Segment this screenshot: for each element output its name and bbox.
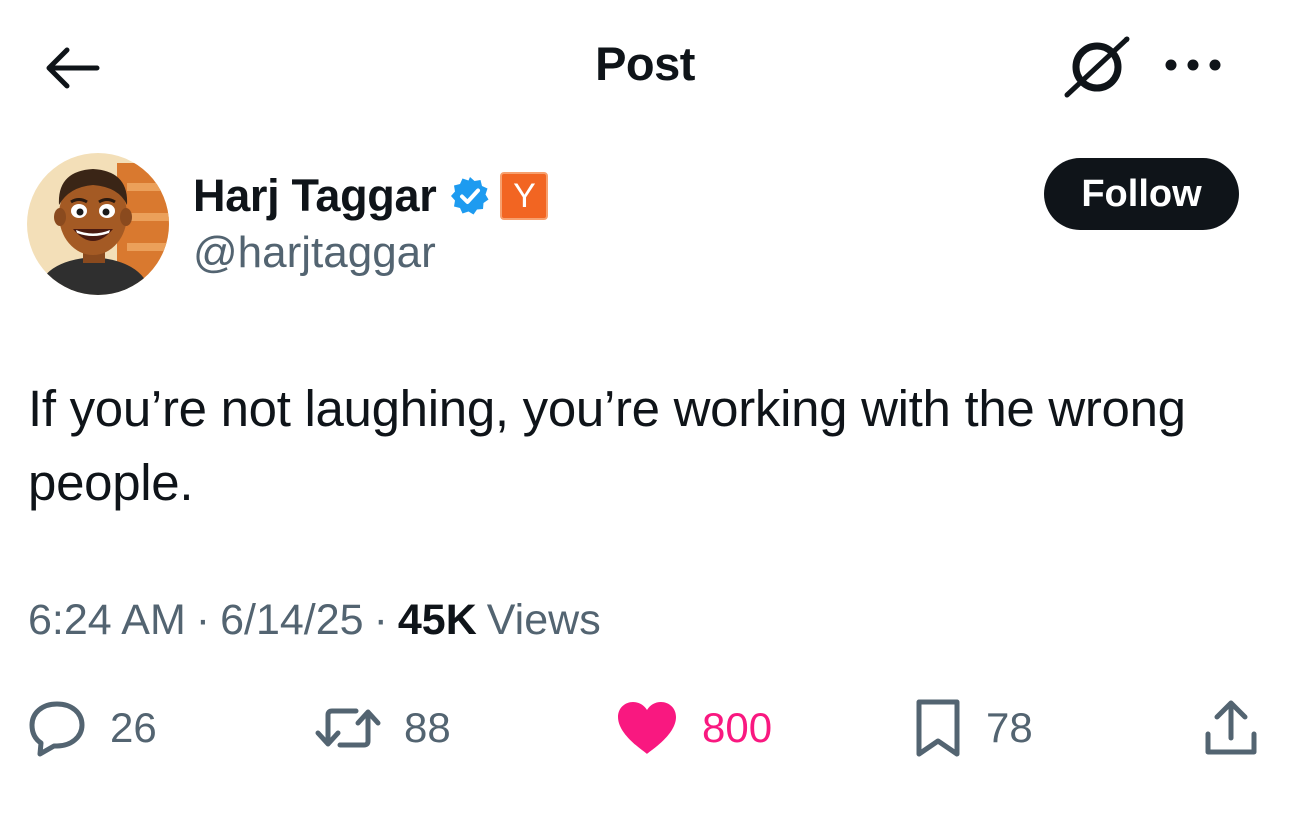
repost-arrows-icon [315,708,381,748]
share-button[interactable] [1202,692,1260,764]
author-name-row: Harj Taggar Y [193,166,549,226]
author-name[interactable]: Harj Taggar [193,170,437,222]
follow-button[interactable]: Follow [1044,158,1239,230]
post-date: 6/14/25 [220,596,364,644]
share-upload-icon [1205,700,1257,755]
grok-button[interactable] [1060,30,1136,102]
bookmark-button[interactable]: 78 [912,692,1033,764]
author-handle[interactable]: @harjtaggar [193,228,436,278]
yc-affiliation-badge[interactable]: Y [500,172,549,220]
repost-button[interactable]: 88 [314,692,451,764]
reply-button[interactable]: 26 [26,692,157,764]
post-text: If you’re not laughing, you’re working w… [28,380,1186,511]
reply-count: 26 [110,704,157,751]
meta-separator: · [373,596,388,644]
views-label[interactable]: Views [487,596,601,645]
views-count[interactable]: 45K [398,596,477,645]
top-bar: Post [0,0,1290,134]
bookmark-icon [916,699,960,757]
reply-bubble-icon [29,701,85,757]
avatar-illustration [27,153,169,295]
repost-count: 88 [404,704,451,751]
more-options-button[interactable] [1158,40,1228,90]
heart-filled-icon [618,702,676,754]
like-count: 800 [702,704,773,751]
post-meta: 6:24 AM · 6/14/25 · 45K Views [28,596,601,645]
more-horizontal-icon [1165,59,1221,71]
post-time: 6:24 AM [28,596,186,644]
author-avatar[interactable] [27,153,169,295]
action-bar: 26 88 800 78 [0,692,1290,764]
bookmark-count: 78 [986,704,1033,751]
verified-check-icon[interactable] [448,174,492,218]
meta-separator: · [195,596,211,644]
like-button[interactable]: 800 [614,692,772,764]
grok-icon [1064,36,1130,98]
